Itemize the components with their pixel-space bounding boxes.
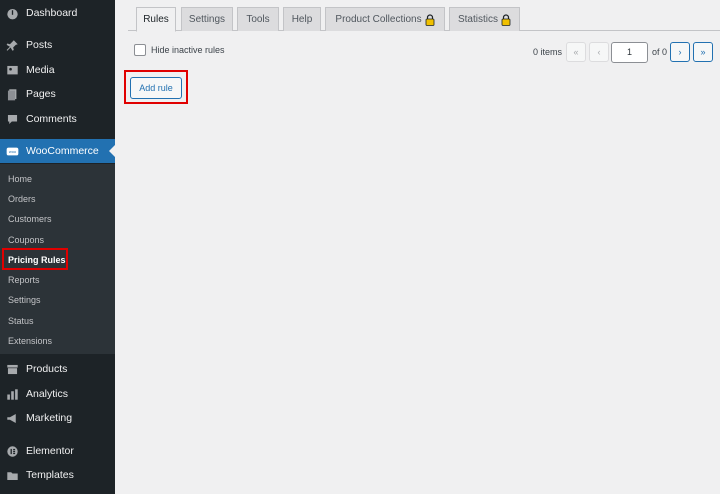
pin-icon [5, 38, 19, 52]
svg-text:woo: woo [8, 149, 15, 154]
hide-inactive-label: Hide inactive rules [151, 45, 225, 55]
menu-analytics[interactable]: Analytics [0, 382, 115, 406]
folder-icon [5, 468, 19, 482]
items-count: 0 items [533, 47, 563, 57]
total-pages-text: of 0 [652, 47, 668, 57]
submenu-orders[interactable]: Orders [8, 192, 36, 206]
tab-tools[interactable]: Tools [237, 7, 279, 31]
media-icon [5, 63, 19, 77]
lock-icon [501, 13, 511, 26]
submenu-reports[interactable]: Reports [8, 273, 40, 287]
add-rule-button[interactable]: Add rule [130, 77, 182, 99]
current-menu-arrow [109, 145, 115, 157]
tab-settings[interactable]: Settings [181, 7, 233, 31]
products-icon [5, 362, 19, 376]
lock-icon [425, 13, 435, 26]
hide-inactive-checkbox[interactable] [134, 44, 146, 56]
first-page-button[interactable]: « [566, 42, 586, 62]
current-page-input[interactable]: 1 [611, 42, 648, 63]
menu-media[interactable]: Media [0, 58, 115, 82]
pages-icon [5, 87, 19, 101]
comment-icon [5, 112, 19, 126]
megaphone-icon [5, 411, 19, 425]
tab-rules[interactable]: Rules [136, 7, 176, 32]
tab-statistics[interactable]: Statistics [449, 7, 520, 31]
tab-product-collections[interactable]: Product Collections [325, 7, 445, 31]
menu-marketing[interactable]: Marketing [0, 406, 115, 430]
submenu-customers[interactable]: Customers [8, 212, 52, 226]
prev-page-button[interactable]: ‹ [589, 42, 609, 62]
menu-dashboard[interactable]: Dashboard [0, 1, 115, 25]
menu-comments[interactable]: Comments [0, 107, 115, 131]
menu-woocommerce[interactable]: woo WooCommerce [0, 139, 115, 163]
menu-elementor[interactable]: Elementor [0, 439, 115, 463]
analytics-icon [5, 387, 19, 401]
submenu-settings[interactable]: Settings [8, 293, 41, 307]
menu-templates[interactable]: Templates [0, 463, 115, 487]
last-page-button[interactable]: » [693, 42, 713, 62]
elementor-icon [5, 444, 19, 458]
dashboard-icon [5, 6, 19, 20]
submenu-status[interactable]: Status [8, 314, 34, 328]
pricing-rules-highlight [2, 248, 68, 270]
admin-sidebar: Dashboard Posts Media Pages Comments woo… [0, 0, 115, 494]
woo-icon: woo [5, 144, 19, 158]
tab-help[interactable]: Help [283, 7, 321, 31]
next-page-button[interactable]: › [670, 42, 690, 62]
submenu-home[interactable]: Home [8, 172, 32, 186]
submenu-extensions[interactable]: Extensions [8, 334, 52, 348]
menu-products[interactable]: Products [0, 357, 115, 381]
menu-pages[interactable]: Pages [0, 82, 115, 106]
submenu-coupons[interactable]: Coupons [8, 233, 44, 247]
menu-posts[interactable]: Posts [0, 33, 115, 57]
